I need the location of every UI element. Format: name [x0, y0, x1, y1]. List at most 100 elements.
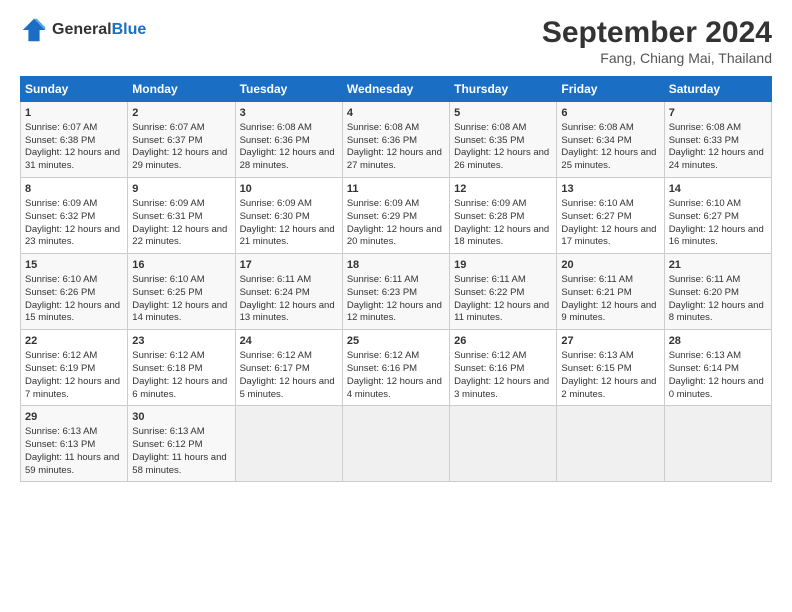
day-number: 15 [25, 258, 123, 273]
sunset-text: Sunset: 6:27 PM [561, 211, 631, 222]
daylight-text: Daylight: 12 hours and 12 minutes. [347, 300, 442, 324]
sunrise-text: Sunrise: 6:12 AM [132, 350, 204, 361]
day-number: 19 [454, 258, 552, 273]
day-number: 12 [454, 182, 552, 197]
calendar-cell: 20Sunrise: 6:11 AMSunset: 6:21 PMDayligh… [557, 254, 664, 330]
sunset-text: Sunset: 6:35 PM [454, 135, 524, 146]
calendar-cell: 26Sunrise: 6:12 AMSunset: 6:16 PMDayligh… [450, 330, 557, 406]
calendar-cell: 29Sunrise: 6:13 AMSunset: 6:13 PMDayligh… [21, 406, 128, 482]
sunset-text: Sunset: 6:24 PM [240, 287, 310, 298]
daylight-text: Daylight: 12 hours and 8 minutes. [669, 300, 764, 324]
daylight-text: Daylight: 12 hours and 4 minutes. [347, 376, 442, 400]
sunrise-text: Sunrise: 6:12 AM [240, 350, 312, 361]
sunrise-text: Sunrise: 6:08 AM [454, 122, 526, 133]
day-number: 14 [669, 182, 767, 197]
calendar-cell: 27Sunrise: 6:13 AMSunset: 6:15 PMDayligh… [557, 330, 664, 406]
daylight-text: Daylight: 12 hours and 31 minutes. [25, 147, 120, 171]
daylight-text: Daylight: 12 hours and 0 minutes. [669, 376, 764, 400]
daylight-text: Daylight: 12 hours and 24 minutes. [669, 147, 764, 171]
calendar-cell: 2Sunrise: 6:07 AMSunset: 6:37 PMDaylight… [128, 102, 235, 178]
daylight-text: Daylight: 12 hours and 3 minutes. [454, 376, 549, 400]
calendar-cell: 12Sunrise: 6:09 AMSunset: 6:28 PMDayligh… [450, 178, 557, 254]
sunrise-text: Sunrise: 6:09 AM [347, 198, 419, 209]
day-number: 28 [669, 334, 767, 349]
col-saturday: Saturday [664, 77, 771, 102]
sunset-text: Sunset: 6:32 PM [25, 211, 95, 222]
day-number: 30 [132, 410, 230, 425]
sunrise-text: Sunrise: 6:07 AM [25, 122, 97, 133]
daylight-text: Daylight: 12 hours and 16 minutes. [669, 224, 764, 248]
sunset-text: Sunset: 6:31 PM [132, 211, 202, 222]
daylight-text: Daylight: 12 hours and 7 minutes. [25, 376, 120, 400]
calendar-cell: 22Sunrise: 6:12 AM Sunset: 6:19 PM Dayligh… [21, 330, 128, 406]
day-number: 18 [347, 258, 445, 273]
day-number: 22 [25, 334, 123, 349]
calendar-cell: 13Sunrise: 6:10 AMSunset: 6:27 PMDayligh… [557, 178, 664, 254]
calendar-cell: 16Sunrise: 6:10 AMSunset: 6:25 PMDayligh… [128, 254, 235, 330]
day-number: 4 [347, 106, 445, 121]
calendar-cell: 15Sunrise: 6:10 AMSunset: 6:26 PMDayligh… [21, 254, 128, 330]
day-number: 27 [561, 334, 659, 349]
daylight-text: Daylight: 12 hours and 15 minutes. [25, 300, 120, 324]
sunrise-text: Sunrise: 6:13 AM [669, 350, 741, 361]
sunrise-text: Sunrise: 6:12 AM [25, 350, 97, 361]
sunset-text: Sunset: 6:29 PM [347, 211, 417, 222]
logo-blue: Blue [112, 21, 147, 38]
calendar-header-row: Sunday Monday Tuesday Wednesday Thursday… [21, 77, 772, 102]
col-monday: Monday [128, 77, 235, 102]
daylight-text: Daylight: 12 hours and 2 minutes. [561, 376, 656, 400]
daylight-text: Daylight: 11 hours and 59 minutes. [25, 452, 119, 476]
calendar-cell: 30Sunrise: 6:13 AMSunset: 6:12 PMDayligh… [128, 406, 235, 482]
sunrise-text: Sunrise: 6:11 AM [240, 274, 312, 285]
day-number: 16 [132, 258, 230, 273]
calendar-cell: 4Sunrise: 6:08 AMSunset: 6:36 PMDaylight… [342, 102, 449, 178]
day-number: 25 [347, 334, 445, 349]
calendar-cell: 17Sunrise: 6:11 AMSunset: 6:24 PMDayligh… [235, 254, 342, 330]
logo: GeneralBlue [20, 16, 146, 44]
sunrise-text: Sunrise: 6:13 AM [25, 426, 97, 437]
sunrise-text: Sunrise: 6:13 AM [561, 350, 633, 361]
day-number: 10 [240, 182, 338, 197]
sunset-text: Sunset: 6:23 PM [347, 287, 417, 298]
calendar-cell: 3Sunrise: 6:08 AMSunset: 6:36 PMDaylight… [235, 102, 342, 178]
sunset-text: Sunset: 6:16 PM [454, 363, 524, 374]
daylight-text: Daylight: 12 hours and 26 minutes. [454, 147, 549, 171]
sunset-text: Sunset: 6:28 PM [454, 211, 524, 222]
sunset-text: Sunset: 6:17 PM [240, 363, 310, 374]
calendar-cell [450, 406, 557, 482]
sunset-text: Sunset: 6:19 PM [25, 363, 95, 374]
calendar-cell: 9Sunrise: 6:09 AMSunset: 6:31 PMDaylight… [128, 178, 235, 254]
daylight-text: Daylight: 12 hours and 27 minutes. [347, 147, 442, 171]
col-sunday: Sunday [21, 77, 128, 102]
sunset-text: Sunset: 6:37 PM [132, 135, 202, 146]
calendar-cell: 18Sunrise: 6:11 AMSunset: 6:23 PMDayligh… [342, 254, 449, 330]
sunrise-text: Sunrise: 6:10 AM [132, 274, 204, 285]
sunset-text: Sunset: 6:13 PM [25, 439, 95, 450]
day-number: 26 [454, 334, 552, 349]
calendar-cell: 23Sunrise: 6:12 AMSunset: 6:18 PMDayligh… [128, 330, 235, 406]
sunset-text: Sunset: 6:21 PM [561, 287, 631, 298]
sunset-text: Sunset: 6:30 PM [240, 211, 310, 222]
daylight-text: Daylight: 12 hours and 9 minutes. [561, 300, 656, 324]
sunset-text: Sunset: 6:34 PM [561, 135, 631, 146]
day-number: 8 [25, 182, 123, 197]
day-number: 21 [669, 258, 767, 273]
calendar-cell: 19Sunrise: 6:11 AMSunset: 6:22 PMDayligh… [450, 254, 557, 330]
sunset-text: Sunset: 6:18 PM [132, 363, 202, 374]
calendar-cell [557, 406, 664, 482]
day-number: 13 [561, 182, 659, 197]
sunset-text: Sunset: 6:12 PM [132, 439, 202, 450]
calendar-cell: 7Sunrise: 6:08 AMSunset: 6:33 PMDaylight… [664, 102, 771, 178]
month-title: September 2024 [542, 16, 772, 50]
sunrise-text: Sunrise: 6:10 AM [25, 274, 97, 285]
day-number: 20 [561, 258, 659, 273]
col-tuesday: Tuesday [235, 77, 342, 102]
sunrise-text: Sunrise: 6:11 AM [454, 274, 526, 285]
sunrise-text: Sunrise: 6:08 AM [240, 122, 312, 133]
calendar-week-row: 29Sunrise: 6:13 AMSunset: 6:13 PMDayligh… [21, 406, 772, 482]
daylight-text: Daylight: 12 hours and 5 minutes. [240, 376, 335, 400]
calendar-body: 1Sunrise: 6:07 AMSunset: 6:38 PMDaylight… [21, 102, 772, 482]
calendar-cell: 24Sunrise: 6:12 AMSunset: 6:17 PMDayligh… [235, 330, 342, 406]
calendar-cell: 21Sunrise: 6:11 AMSunset: 6:20 PMDayligh… [664, 254, 771, 330]
sunset-text: Sunset: 6:22 PM [454, 287, 524, 298]
